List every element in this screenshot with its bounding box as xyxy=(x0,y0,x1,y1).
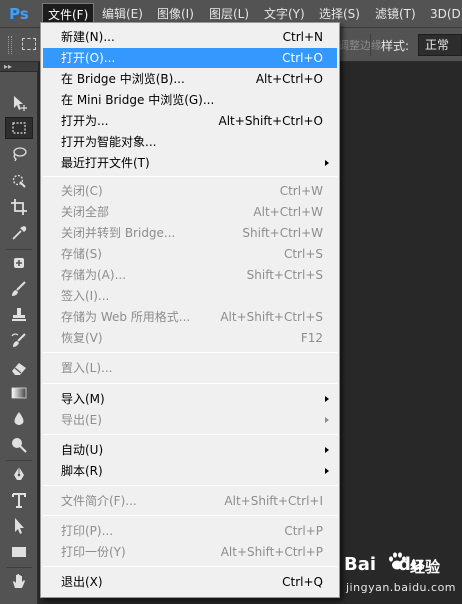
submenu-arrow-icon xyxy=(325,447,329,453)
menu-item-open[interactable]: 打开(O)... Ctrl+O xyxy=(43,48,337,68)
pen-tool-icon[interactable] xyxy=(5,463,33,485)
rect-marquee-tool-icon[interactable] xyxy=(5,117,33,139)
menu-item-scripts[interactable]: 脚本(R) xyxy=(43,461,337,481)
menu-item-new[interactable]: 新建(N)... Ctrl+N xyxy=(43,27,337,47)
file-menu-dropdown: 新建(N)... Ctrl+N 打开(O)... Ctrl+O 在 Bridge… xyxy=(40,22,340,598)
brush-tool-icon[interactable] xyxy=(5,278,33,300)
rect-marquee-preset-icon[interactable] xyxy=(22,38,36,50)
menu-item-open-as[interactable]: 打开为... Alt+Shift+Ctrl+O xyxy=(43,111,337,131)
menu-3d[interactable]: 3D(D) xyxy=(425,3,462,25)
baidu-paw-icon xyxy=(389,552,406,570)
options-divider xyxy=(370,34,371,56)
menu-filter[interactable]: 滤镜(T) xyxy=(370,3,421,25)
menu-item-print[interactable]: 打印(P)... Ctrl+P xyxy=(43,521,337,541)
menu-item-save-for-web[interactable]: 存储为 Web 所用格式... Alt+Shift+Ctrl+S xyxy=(43,307,337,327)
lasso-tool-icon[interactable] xyxy=(5,143,33,165)
style-label: 样式: xyxy=(381,39,410,53)
history-brush-tool-icon[interactable] xyxy=(5,330,33,352)
menu-separator xyxy=(43,566,337,567)
menu-item-close-all[interactable]: 关闭全部 Alt+Ctrl+W xyxy=(43,202,337,222)
collapse-panel-icon[interactable]: ▸▸ xyxy=(4,62,12,72)
eyedropper-tool-icon[interactable] xyxy=(5,222,33,244)
path-select-tool-icon[interactable] xyxy=(5,515,33,537)
submenu-arrow-icon xyxy=(325,396,329,402)
menu-item-file-info[interactable]: 文件简介(F)... Alt+Shift+Ctrl+I xyxy=(43,491,337,511)
menu-item-automate[interactable]: 自动(U) xyxy=(43,440,337,460)
menu-item-place[interactable]: 置入(L)... xyxy=(43,358,337,378)
menu-item-browse-in-mini-bridge[interactable]: 在 Mini Bridge 中浏览(G)... xyxy=(43,90,337,110)
photoshop-logo-icon: Ps xyxy=(9,5,29,23)
style-select[interactable]: 正常 xyxy=(418,34,462,56)
menu-separator xyxy=(43,434,337,435)
menu-item-print-one-copy[interactable]: 打印一份(Y) Alt+Shift+Ctrl+P xyxy=(43,542,337,562)
type-tool-icon[interactable] xyxy=(5,489,33,511)
move-tool-icon[interactable] xyxy=(5,92,33,114)
crop-tool-icon[interactable] xyxy=(5,196,33,218)
toolbox-divider xyxy=(6,460,32,461)
menu-item-save[interactable]: 存储(S) Ctrl+S xyxy=(43,244,337,264)
submenu-arrow-icon xyxy=(325,468,329,474)
toolbox-divider xyxy=(6,567,32,568)
menu-item-open-recent[interactable]: 最近打开文件(T) xyxy=(43,153,337,173)
menu-item-export[interactable]: 导出(E) xyxy=(43,410,337,430)
quick-select-tool-icon[interactable] xyxy=(5,170,33,192)
menu-item-close[interactable]: 关闭(C) Ctrl+W xyxy=(43,181,337,201)
menu-item-exit[interactable]: 退出(X) Ctrl+Q xyxy=(43,572,337,592)
menu-item-close-and-go-to-bridge[interactable]: 关闭并转到 Bridge... Shift+Ctrl+W xyxy=(43,223,337,243)
spot-healing-tool-icon[interactable] xyxy=(5,252,33,274)
menu-item-browse-in-bridge[interactable]: 在 Bridge 中浏览(B)... Alt+Ctrl+O xyxy=(43,69,337,89)
options-grip-handle[interactable] xyxy=(8,36,12,54)
toolbox-divider xyxy=(6,249,32,250)
menu-separator xyxy=(43,383,337,384)
submenu-arrow-icon xyxy=(325,417,329,423)
tools-panel-header[interactable]: ▸▸ xyxy=(0,62,38,72)
watermark-url: jingyan.baidu.com xyxy=(346,581,457,594)
rectangle-tool-icon[interactable] xyxy=(5,541,33,563)
tools-panel: ▸▸ xyxy=(0,62,38,604)
menu-item-import[interactable]: 导入(M) xyxy=(43,389,337,409)
blur-tool-icon[interactable] xyxy=(5,408,33,430)
refine-edge-button: 调整边缘 xyxy=(338,39,382,52)
menu-item-save-as[interactable]: 存储为(A)... Shift+Ctrl+S xyxy=(43,265,337,285)
hand-tool-icon[interactable] xyxy=(5,570,33,592)
eraser-tool-icon[interactable] xyxy=(5,357,33,379)
menu-separator xyxy=(43,176,337,177)
menu-separator xyxy=(43,515,337,516)
menu-item-open-as-smart-object[interactable]: 打开为智能对象... xyxy=(43,132,337,152)
dodge-tool-icon[interactable] xyxy=(5,434,33,456)
menu-item-revert[interactable]: 恢复(V) F12 xyxy=(43,328,337,348)
submenu-arrow-icon xyxy=(325,160,329,166)
watermark-product: 经验 xyxy=(410,558,441,576)
menu-separator xyxy=(43,352,337,353)
clone-stamp-tool-icon[interactable] xyxy=(5,304,33,326)
baidu-jingyan-watermark: Bai du 经验 jingyan.baidu.com xyxy=(330,548,458,600)
menu-item-check-in[interactable]: 签入(I)... xyxy=(43,286,337,306)
gradient-tool-icon[interactable] xyxy=(5,382,33,404)
menu-separator xyxy=(43,485,337,486)
